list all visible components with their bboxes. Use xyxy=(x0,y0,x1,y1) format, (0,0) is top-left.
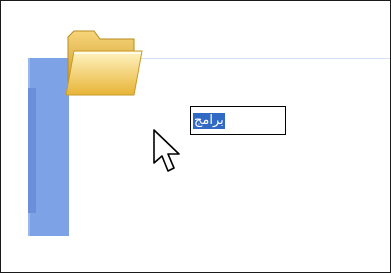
arrow-cursor-icon xyxy=(153,129,181,175)
rename-selected-text: برامج xyxy=(193,113,225,129)
sidebar-panel xyxy=(28,88,36,213)
task-pane-sidebar xyxy=(28,58,69,236)
screenshot-frame: برامج xyxy=(0,0,391,273)
rename-input[interactable]: برامج xyxy=(190,106,286,135)
folder-icon[interactable] xyxy=(64,27,144,99)
